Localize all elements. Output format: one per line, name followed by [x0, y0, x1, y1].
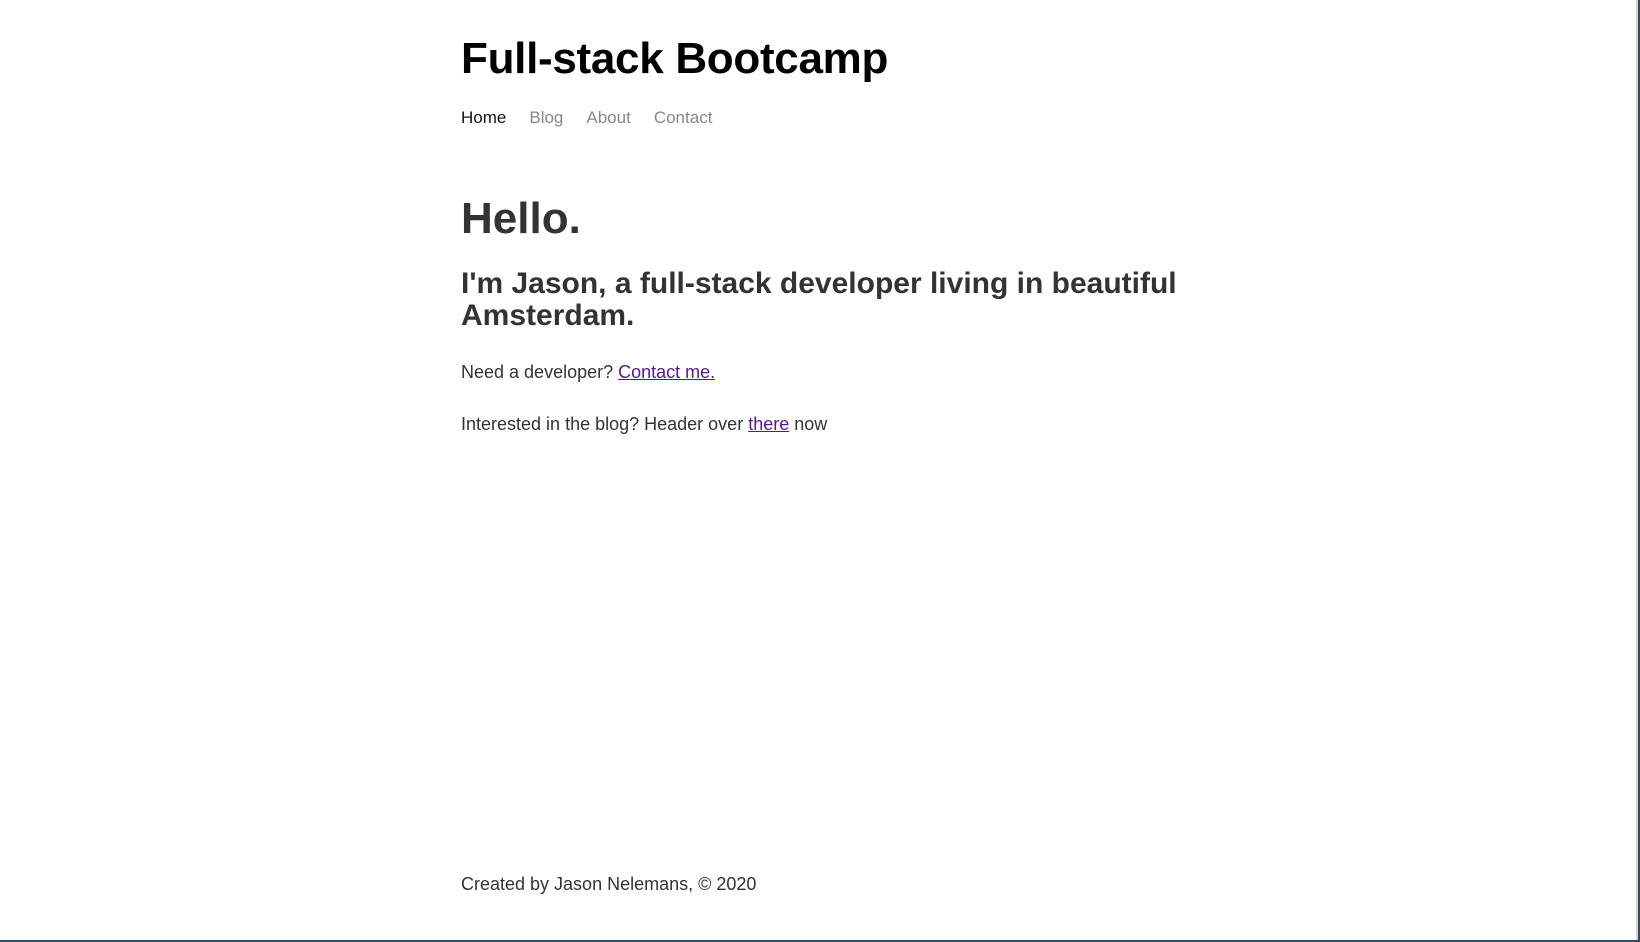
blog-there-link[interactable]: there — [748, 414, 789, 434]
footer-text: Created by Jason Nelemans, © 2020 — [461, 874, 757, 894]
nav-about-link[interactable]: About — [586, 108, 630, 128]
main-nav: Home Blog About Contact — [461, 108, 712, 128]
contact-prefix-text: Need a developer? — [461, 362, 619, 382]
nav-blog-link[interactable]: Blog — [529, 108, 563, 128]
page-heading: Hello. — [461, 194, 581, 243]
contact-paragraph: Need a developer? Contact me. — [461, 362, 715, 383]
blog-suffix-text: now — [789, 414, 828, 434]
contact-me-link[interactable]: Contact me. — [618, 362, 715, 382]
browser-viewport: Full-stack Bootcamp Home Blog About Cont… — [0, 0, 1638, 940]
blog-paragraph: Interested in the blog? Header over ther… — [461, 414, 827, 435]
nav-contact-link[interactable]: Contact — [654, 108, 713, 128]
site-title: Full-stack Bootcamp — [461, 34, 889, 83]
intro-text: I'm Jason, a full-stack developer living… — [461, 267, 1177, 332]
blog-prefix-text: Interested in the blog? Header over — [461, 414, 749, 434]
nav-home-link[interactable]: Home — [461, 108, 506, 128]
